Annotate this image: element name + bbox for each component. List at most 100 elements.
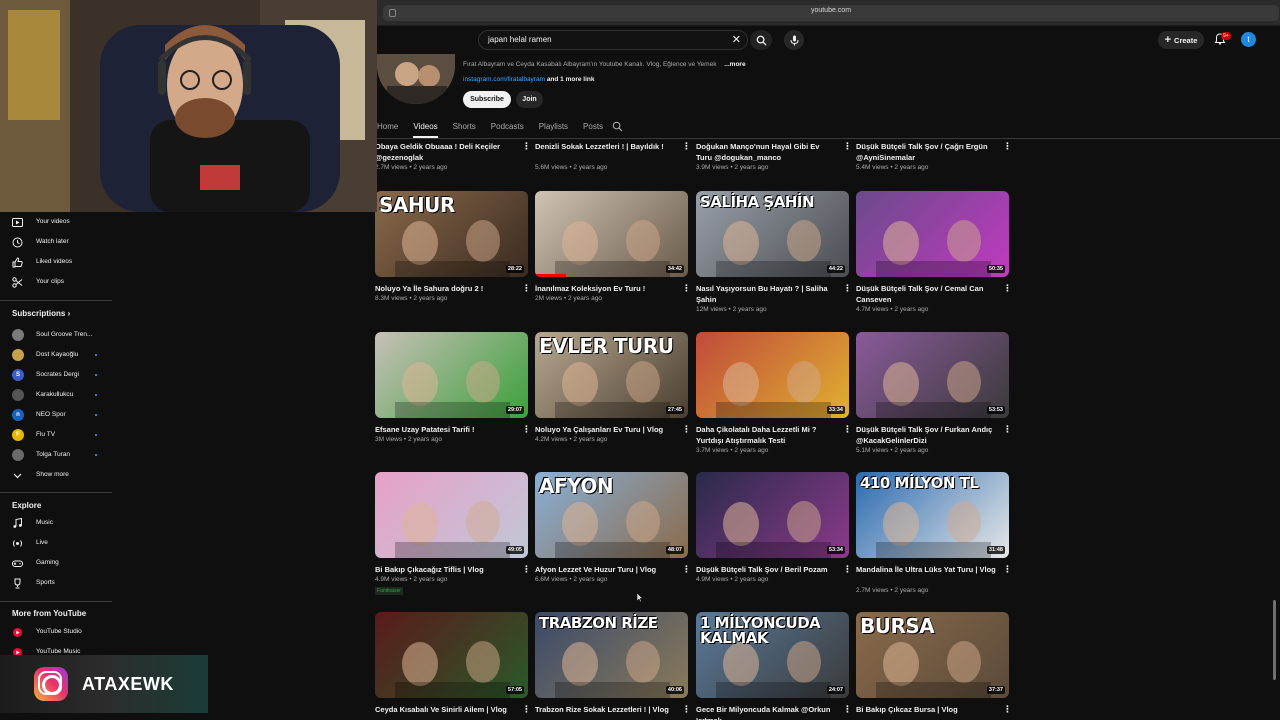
sidebar-item-liked-videos[interactable]: Liked videos [0, 253, 112, 271]
more-options-icon[interactable]: ⋮ [843, 705, 852, 714]
video-title[interactable]: İnanılmaz Koleksiyon Ev Turu ! [535, 283, 675, 294]
video-metadata: 8.3M views • 2 years ago [375, 295, 448, 302]
video-title[interactable]: Bi Bakıp Çıkcaz Bursa | Vlog [856, 704, 996, 715]
more-options-icon[interactable]: ⋮ [682, 284, 691, 293]
video-thumbnail[interactable]: SAHUR 28:22 [375, 191, 528, 277]
video-title[interactable]: Noluyo Ya İle Sahura doğru 2 ! [375, 283, 515, 294]
more-options-icon[interactable]: ⋮ [1003, 705, 1012, 714]
sidebar-item-your-clips[interactable]: Your clips [0, 273, 112, 291]
sidebar: Your videos Watch later Liked videos Your c… [0, 212, 112, 720]
video-title[interactable]: Efsane Uzay Patatesi Tarifi ! [375, 424, 515, 435]
video-title[interactable]: Düşük Bütçeli Talk Şov / Cemal Can Canse… [856, 283, 996, 305]
sidebar-item-label: Tolga Turan [36, 451, 70, 458]
video-metadata: 4.2M views • 2 years ago [535, 436, 608, 443]
more-options-icon[interactable]: ⋮ [843, 425, 852, 434]
sidebar-item-label: Karakullukcu [36, 391, 74, 398]
video-thumbnail[interactable]: 49:05 [375, 472, 528, 558]
video-title[interactable]: Düşük Bütçeli Talk Şov / Beril Pozam [696, 564, 836, 575]
video-title[interactable]: Nasıl Yaşıyorsun Bu Hayatı ? | Saliha Şa… [696, 283, 836, 305]
video-metadata: 5.1M views • 2 years ago [856, 447, 929, 454]
more-options-icon[interactable]: ⋮ [682, 705, 691, 714]
more-options-icon[interactable]: ⋮ [843, 142, 852, 151]
video-title[interactable]: Noluyo Ya Çalışanları Ev Turu | Vlog [535, 424, 675, 435]
more-options-icon[interactable]: ⋮ [522, 705, 531, 714]
video-title[interactable]: Düşük Bütçeli Talk Şov / Çağrı Ergün @Ay… [856, 141, 996, 163]
sidebar-subscription-item[interactable]: Soul Groove Tren... [0, 326, 112, 344]
more-options-icon[interactable]: ⋮ [522, 142, 531, 151]
video-thumbnail[interactable]: AFYON 48:07 [535, 472, 688, 558]
more-options-icon[interactable]: ⋮ [1003, 284, 1012, 293]
video-thumbnail[interactable]: 57:05 [375, 612, 528, 698]
video-duration: 48:07 [665, 546, 684, 554]
chevron-right-icon: › [65, 309, 71, 318]
sidebar-item-music[interactable]: Music [0, 514, 112, 532]
sidebar-subscription-item[interactable]: Dost Kayaoğlu [0, 346, 112, 364]
mouse-cursor-icon [637, 593, 643, 602]
video-title[interactable]: Mandalina İle Ultra Lüks Yat Turu | Vlog [856, 564, 996, 575]
sidebar-item-label: Gaming [36, 559, 59, 566]
more-options-icon[interactable]: ⋮ [1003, 142, 1012, 151]
video-title[interactable]: Bi Bakıp Çıkacağız Tiflis | Vlog [375, 564, 515, 575]
video-thumbnail[interactable]: TRABZON RİZE 40:06 [535, 612, 688, 698]
sidebar-divider [0, 300, 112, 301]
thumbnail-text: TRABZON RİZE [539, 614, 658, 632]
video-title[interactable]: Ceyda Kısabalı Ve Sinirli Ailem | Vlog [375, 704, 515, 715]
more-options-icon[interactable]: ⋮ [522, 565, 531, 574]
video-thumbnail[interactable]: 1 MİLYONCUDA KALMAK 24:07 [696, 612, 849, 698]
video-duration: 27:45 [665, 406, 684, 414]
more-options-icon[interactable]: ⋮ [682, 565, 691, 574]
more-options-icon[interactable]: ⋮ [1003, 565, 1012, 574]
more-options-icon[interactable]: ⋮ [682, 142, 691, 151]
video-title[interactable]: Obaya Geldik Obuaaa ! Deli Keçiler @geze… [375, 141, 515, 163]
video-thumbnail[interactable]: 33:34 [696, 332, 849, 418]
more-options-icon[interactable]: ⋮ [1003, 425, 1012, 434]
video-thumbnail[interactable]: BURSA 37:37 [856, 612, 1009, 698]
show-more-button[interactable]: Show more [0, 466, 112, 484]
video-thumbnail[interactable]: 34:42 [535, 191, 688, 277]
page-scrollbar[interactable] [1273, 600, 1276, 680]
thumbnail-image [876, 220, 991, 277]
sidebar-item-label: Sports [36, 579, 55, 586]
video-duration: 33:34 [826, 406, 845, 414]
scissors-icon [12, 277, 23, 288]
video-thumbnail[interactable]: SALİHA ŞAHİN 44:22 [696, 191, 849, 277]
video-title[interactable]: Afyon Lezzet Ve Huzur Turu | Vlog [535, 564, 675, 575]
more-options-icon[interactable]: ⋮ [843, 565, 852, 574]
video-title[interactable]: Gece Bir Milyoncuda Kalmak @Orkun Işıtma… [696, 704, 836, 720]
video-thumbnail[interactable]: 29:07 [375, 332, 528, 418]
video-title[interactable]: Denizli Sokak Lezzetleri ! | Bayıldık ! [535, 141, 675, 152]
video-title[interactable]: Düşük Bütçeli Talk Şov / Furkan Andıç @K… [856, 424, 996, 446]
more-options-icon[interactable]: ⋮ [843, 284, 852, 293]
more-options-icon[interactable]: ⋮ [682, 425, 691, 434]
chevron-down-icon [12, 470, 23, 481]
video-thumbnail[interactable]: EVLER TURU 27:45 [535, 332, 688, 418]
more-options-icon[interactable]: ⋮ [522, 284, 531, 293]
video-duration: 53:34 [826, 546, 845, 554]
subscriptions-heading[interactable]: Subscriptions › [12, 309, 70, 318]
sidebar-subscription-item[interactable]: Karakullukcu [0, 386, 112, 404]
sidebar-subscription-item[interactable]: F Flu TV [0, 426, 112, 444]
sidebar-subscription-item[interactable]: Tolga Turan [0, 446, 112, 464]
sidebar-item-your-videos[interactable]: Your videos [0, 213, 112, 231]
video-thumbnail[interactable]: 410 MİLYON TL 31:48 [856, 472, 1009, 558]
video-title[interactable]: Daha Çikolatalı Daha Lezzetli Mi ? Yurtd… [696, 424, 836, 446]
sidebar-item-label: Watch later [36, 238, 69, 245]
sidebar-item-gaming[interactable]: Gaming [0, 554, 112, 572]
sidebar-item-live[interactable]: Live [0, 534, 112, 552]
sidebar-item-sports[interactable]: Sports [0, 574, 112, 592]
video-thumbnail[interactable]: 53:34 [696, 472, 849, 558]
sidebar-item-label: NEO Spor [36, 411, 66, 418]
thumbnail-text: SALİHA ŞAHİN [700, 193, 815, 211]
video-thumbnail[interactable]: 50:35 [856, 191, 1009, 277]
sidebar-item-watch-later[interactable]: Watch later [0, 233, 112, 251]
sidebar-item-youtube-studio[interactable]: YouTube Studio [0, 623, 112, 641]
sidebar-subscription-item[interactable]: S Socrates Dergi [0, 366, 112, 384]
sidebar-subscription-item[interactable]: n NEO Spor [0, 406, 112, 424]
more-options-icon[interactable]: ⋮ [522, 425, 531, 434]
video-title[interactable]: Trabzon Rize Sokak Lezzetleri ! | Vlog [535, 704, 675, 715]
video-title[interactable]: Doğukan Manço'nun Hayal Gibi Ev Turu @do… [696, 141, 836, 163]
new-content-dot [95, 374, 97, 376]
video-thumbnail[interactable]: 53:53 [856, 332, 1009, 418]
instagram-handle: ATAXEWK [82, 674, 174, 694]
sidebar-item-label: Socrates Dergi [36, 371, 79, 378]
